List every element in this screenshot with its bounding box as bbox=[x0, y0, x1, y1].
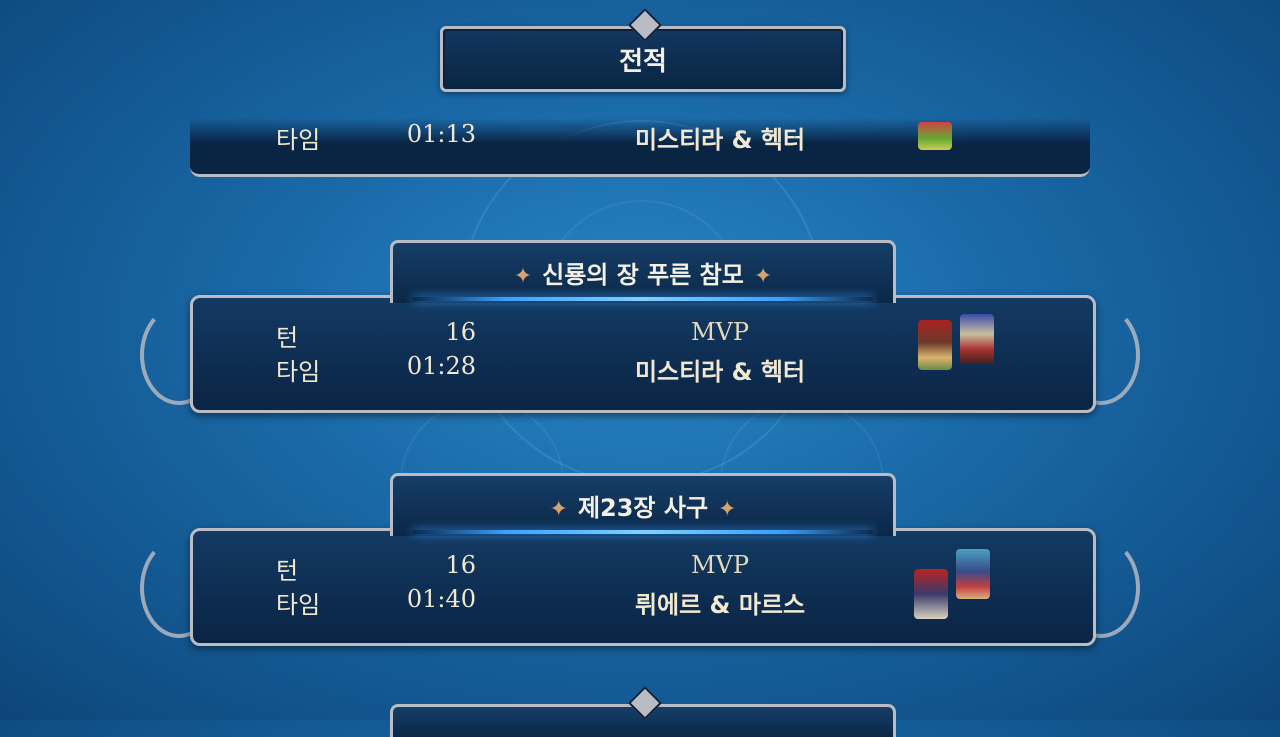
tab-ornament bbox=[628, 686, 662, 720]
star-ornament-icon: ✦ bbox=[549, 497, 568, 522]
turn-label: 턴 bbox=[276, 557, 299, 585]
stage-glow-line bbox=[413, 530, 873, 534]
mvp-sprite-icon bbox=[918, 320, 952, 370]
turn-label: 턴 bbox=[276, 324, 299, 352]
mvp-name: 뤼에르 & 마르스 bbox=[634, 591, 806, 619]
time-label: 타임 bbox=[276, 126, 321, 154]
mvp-sprite-icon bbox=[956, 549, 990, 599]
stage-glow-line bbox=[413, 297, 873, 301]
mvp-heading: MVP bbox=[690, 318, 750, 346]
stage-title: 신룡의 장 푸른 참모 bbox=[542, 261, 744, 289]
turn-value: 16 bbox=[445, 318, 476, 346]
turn-value: 16 bbox=[445, 551, 476, 579]
time-label: 타임 bbox=[276, 358, 321, 386]
mvp-name: 미스티라 & 헥터 bbox=[634, 358, 806, 386]
star-ornament-icon: ✦ bbox=[753, 264, 773, 289]
time-label: 타임 bbox=[276, 591, 321, 619]
time-value: 01:40 bbox=[406, 585, 476, 613]
mvp-sprite-icon bbox=[960, 314, 994, 364]
star-ornament-icon: ✦ bbox=[513, 264, 533, 289]
stage-title: 제23장 사구 bbox=[577, 494, 709, 522]
stage-title-row: ✦ 신룡의 장 푸른 참모 ✦ bbox=[393, 255, 893, 290]
star-ornament-icon: ✦ bbox=[718, 497, 737, 522]
mvp-sprite-icon bbox=[918, 122, 952, 150]
mvp-sprite-icon bbox=[914, 569, 948, 619]
page-title: 전적 bbox=[619, 46, 667, 77]
time-value: 01:13 bbox=[406, 120, 476, 148]
header-ornament bbox=[628, 8, 662, 42]
time-value: 01:28 bbox=[406, 352, 476, 380]
mvp-name: 미스티라 & 헥터 bbox=[634, 126, 806, 154]
record-card-peek bbox=[390, 686, 896, 737]
stage-tab: ✦ 신룡의 장 푸른 참모 ✦ bbox=[390, 240, 896, 303]
stage-title-row: ✦ 제23장 사구 ✦ bbox=[393, 488, 893, 523]
mvp-heading: MVP bbox=[690, 551, 750, 579]
records-header: 전적 bbox=[440, 8, 846, 92]
stage-tab: ✦ 제23장 사구 ✦ bbox=[390, 473, 896, 536]
